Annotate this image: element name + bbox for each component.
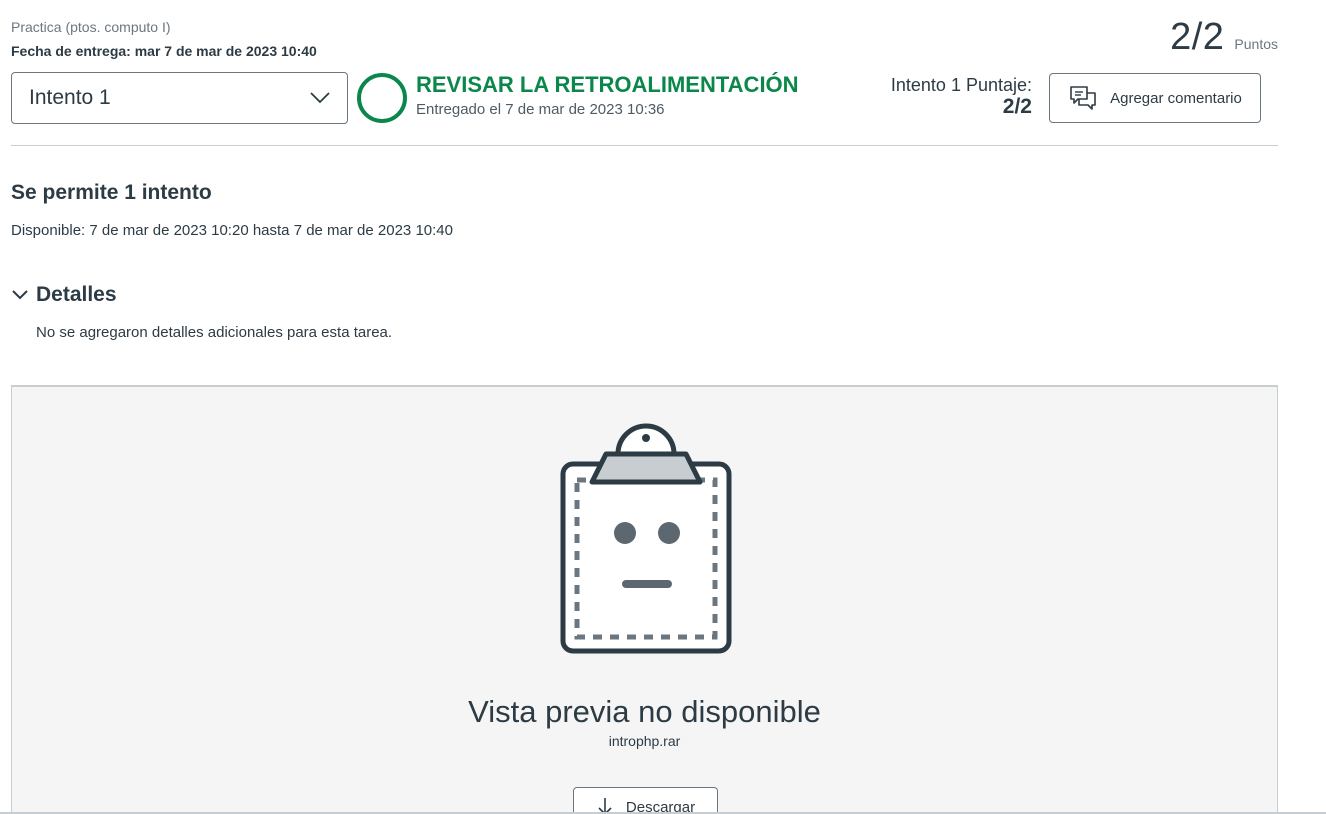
add-comment-button[interactable]: Agregar comentario [1049,73,1261,123]
status-ring-icon [357,73,407,123]
download-button[interactable]: Descargar [573,787,718,814]
attempt-select-value: Intento 1 [29,86,111,109]
attempt-score-value: 2/2 [1002,95,1032,118]
submitted-date: Entregado el 7 de mar de 2023 10:36 [416,101,665,118]
attempt-select[interactable]: Intento 1 [11,72,348,124]
preview-filename: introphp.rar [608,733,681,749]
points-label: Puntos [1234,36,1278,52]
preview-unavailable-title: Vista previa no disponible [468,694,821,729]
attempt-score: Intento 1 Puntaje: 2/2 [891,74,1032,118]
points-display: 2/2 Puntos [1170,16,1278,59]
availability-dates: Disponible: 7 de mar de 2023 10:20 hasta… [11,222,453,239]
attempts-allowed: Se permite 1 intento [11,181,212,204]
chevron-down-icon [12,290,28,300]
due-date: Fecha de entrega: mar 7 de mar de 2023 1… [11,43,317,59]
attempt-score-label: Intento 1 Puntaje: [890,75,1032,95]
points-value: 2/2 [1170,16,1225,58]
clipboard-face-icon [560,423,732,654]
details-toggle[interactable]: Detalles [11,283,117,307]
assignment-name: Practica (ptos. computo I) [11,19,171,35]
add-comment-label: Agregar comentario [1110,89,1242,107]
assignment-page: Practica (ptos. computo I) Fecha de entr… [0,0,1326,814]
details-title: Detalles [36,283,117,306]
header-divider [11,145,1278,146]
details-body: No se agregaron detalles adicionales par… [36,324,393,341]
status-title: REVISAR LA RETROALIMENTACIÓN [416,72,799,97]
file-preview-panel: Vista previa no disponible introphp.rar … [11,385,1278,814]
comments-icon [1070,86,1096,110]
chevron-down-icon [310,92,330,104]
